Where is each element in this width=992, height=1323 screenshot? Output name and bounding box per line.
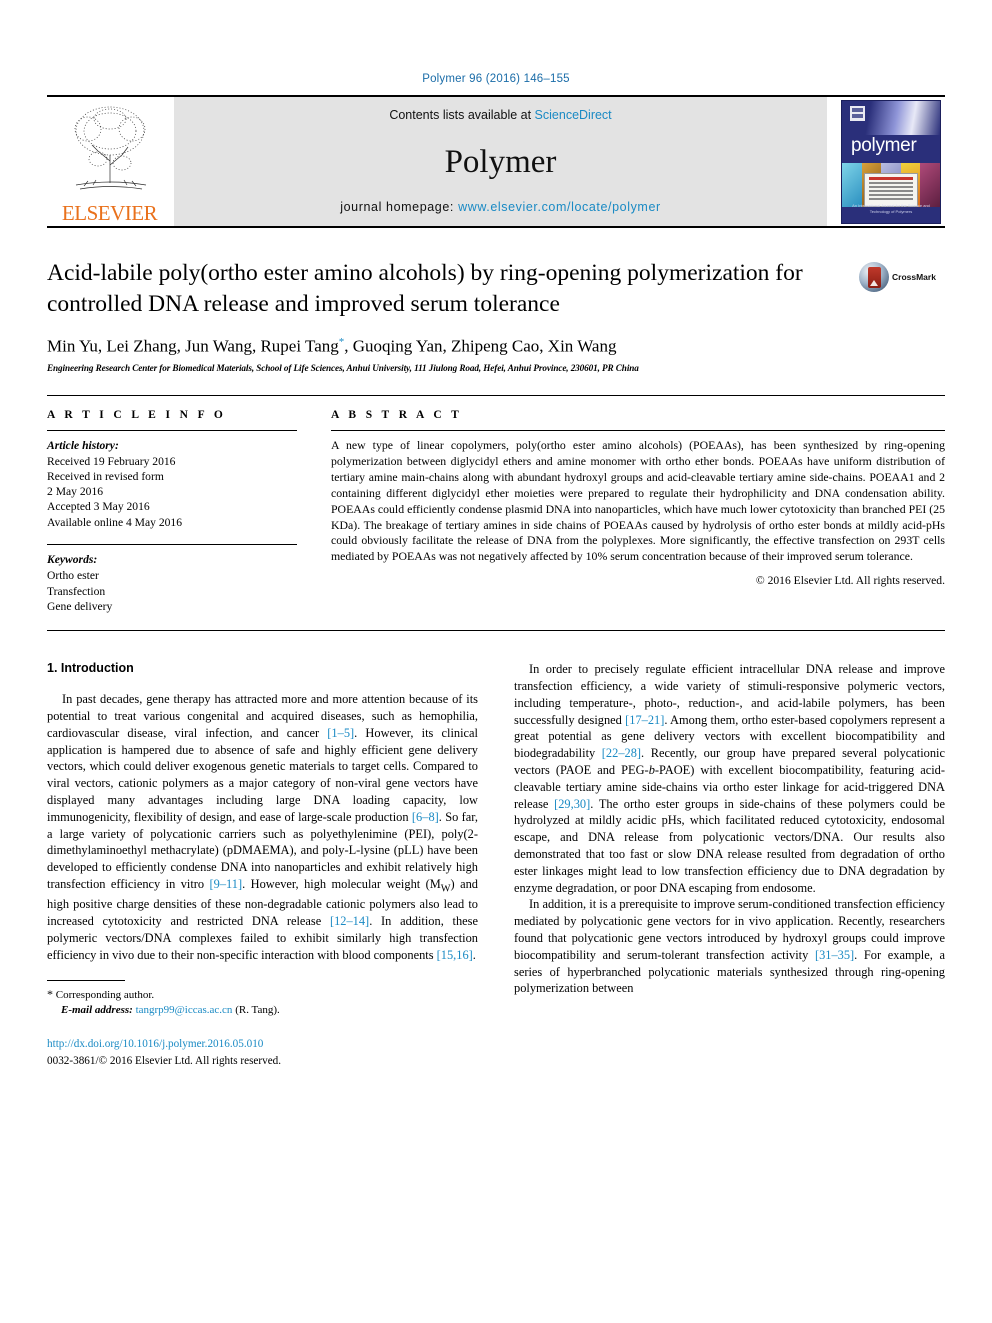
author-list: Min Yu, Lei Zhang, Jun Wang, Rupei Tang*… [47, 336, 945, 357]
abstract-text: A new type of linear copolymers, poly(or… [331, 438, 945, 564]
email-note: E-mail address: tangrp99@iccas.ac.cn (R.… [47, 1003, 478, 1018]
affiliation: Engineering Research Center for Biomedic… [47, 363, 639, 374]
info-abstract-section: A R T I C L E I N F O Article history: R… [47, 395, 945, 632]
keywords-rule [47, 544, 297, 545]
authors-primary: Min Yu, Lei Zhang, Jun Wang, Rupei Tang [47, 336, 339, 356]
text-run: . However, high molecular weight (M [242, 876, 441, 891]
text-run: . [472, 947, 476, 962]
running-head: Polymer 96 (2016) 146–155 [422, 73, 570, 85]
article-history-group: Article history: Received 19 February 20… [47, 438, 297, 530]
article-info-heading: A R T I C L E I N F O [47, 409, 227, 422]
citation-link[interactable]: [31–35] [815, 948, 854, 962]
crossmark-badge[interactable]: CrossMark [859, 258, 945, 292]
corresponding-author-note: * Corresponding author. [47, 986, 478, 1003]
email-link[interactable]: tangrp99@iccas.ac.cn [136, 1004, 233, 1016]
journal-cover-thumbnail: polymer An International Journal for the… [837, 97, 945, 226]
article-info-column: A R T I C L E I N F O Article history: R… [47, 409, 297, 614]
contents-available-line: Contents lists available at ScienceDirec… [389, 108, 611, 122]
issn-line: 0032-3861/© 2016 Elsevier Ltd. All right… [47, 1054, 282, 1067]
history-item: Available online 4 May 2016 [47, 515, 183, 529]
cover-inset-figure [864, 172, 918, 207]
article-title: Acid-labile poly(ortho ester amino alcoh… [47, 260, 803, 317]
cover-art: polymer An International Journal for the… [841, 99, 941, 224]
elsevier-badge-icon [850, 105, 865, 121]
article-history-label: Article history: [47, 439, 119, 453]
cover-title: polymer [851, 134, 917, 156]
keywords-group: Keywords: Ortho ester Transfection Gene … [47, 552, 297, 614]
citation-link[interactable]: [22–28] [602, 746, 641, 760]
text-run: W [440, 883, 451, 895]
keyword-item: Gene delivery [47, 599, 113, 613]
journal-band: Contents lists available at ScienceDirec… [174, 97, 827, 226]
doi-link[interactable]: http://dx.doi.org/10.1016/j.polymer.2016… [47, 1036, 478, 1052]
abstract-column: A B S T R A C T A new type of linear cop… [331, 409, 945, 614]
citation-link[interactable]: [12–14] [330, 914, 369, 928]
journal-homepage-line: journal homepage: www.elsevier.com/locat… [340, 200, 661, 214]
citation-link[interactable]: [6–8] [412, 810, 439, 824]
elsevier-tree-icon [74, 106, 146, 190]
body-column-right: In order to precisely regulate efficient… [514, 661, 945, 1069]
authors-secondary: , Guoqing Yan, Zhipeng Cao, Xin Wang [344, 336, 617, 356]
elsevier-wordmark: ELSEVIER [61, 201, 158, 225]
email-owner: (R. Tang). [235, 1003, 280, 1016]
keyword-item: Transfection [47, 584, 106, 598]
intro-paragraph-right-2: In addition, it is a prerequisite to imp… [514, 896, 945, 997]
abstract-rule [331, 430, 945, 432]
intro-paragraph-left: In past decades, gene therapy has attrac… [47, 691, 478, 963]
title-block: Acid-labile poly(ortho ester amino alcoh… [47, 258, 945, 320]
history-item: Accepted 3 May 2016 [47, 500, 150, 514]
publication-footer: http://dx.doi.org/10.1016/j.polymer.2016… [47, 1036, 478, 1068]
history-item: Received in revised form [47, 469, 164, 483]
citation-link[interactable]: [9–11] [210, 877, 243, 891]
homepage-prefix: journal homepage: [340, 200, 459, 214]
masthead-bottom-rule [47, 226, 945, 228]
elsevier-logo: ELSEVIER [47, 97, 172, 226]
contents-prefix: Contents lists available at [389, 108, 535, 122]
journal-title: Polymer [444, 143, 557, 180]
citation-link[interactable]: [29,30] [554, 797, 590, 811]
keyword-item: Ortho ester [47, 569, 99, 583]
title-main: Acid-labile poly(ortho ester amino alcoh… [47, 258, 859, 320]
crossmark-icon [859, 262, 889, 292]
abstract-copyright: © 2016 Elsevier Ltd. All rights reserved… [755, 574, 945, 588]
journal-masthead: ELSEVIER Contents lists available at Sci… [47, 95, 945, 226]
sciencedirect-link[interactable]: ScienceDirect [535, 108, 612, 122]
body-column-left: 1. Introduction In past decades, gene th… [47, 661, 478, 1069]
text-run: . The ortho ester groups in side-chains … [514, 796, 945, 895]
history-item: Received 19 February 2016 [47, 454, 176, 468]
paper-page: Polymer 96 (2016) 146–155 ELSEVIER Conte… [0, 0, 992, 1323]
journal-homepage-link[interactable]: www.elsevier.com/locate/polymer [458, 200, 661, 214]
intro-paragraph-right-1: In order to precisely regulate efficient… [514, 661, 945, 896]
citation-link[interactable]: [1–5] [327, 726, 354, 740]
crossmark-label: CrossMark [892, 272, 936, 282]
section-heading-introduction: 1. Introduction [47, 661, 134, 676]
cover-footer-text: An International Journal for the Science… [852, 202, 930, 214]
footnote-text: Corresponding author. [53, 988, 155, 1001]
citation-link[interactable]: [15,16] [437, 948, 473, 962]
article-info-rule [47, 430, 297, 432]
footnote-rule [47, 979, 125, 981]
keywords-label: Keywords: [47, 553, 98, 566]
citation-link[interactable]: [17–21] [625, 713, 664, 727]
footnote-block: * Corresponding author. E-mail address: … [47, 979, 478, 1019]
body-columns: 1. Introduction In past decades, gene th… [47, 661, 945, 1069]
history-item: 2 May 2016 [47, 485, 104, 499]
email-label: E-mail address: [61, 1003, 133, 1016]
abstract-heading: A B S T R A C T [331, 409, 463, 422]
